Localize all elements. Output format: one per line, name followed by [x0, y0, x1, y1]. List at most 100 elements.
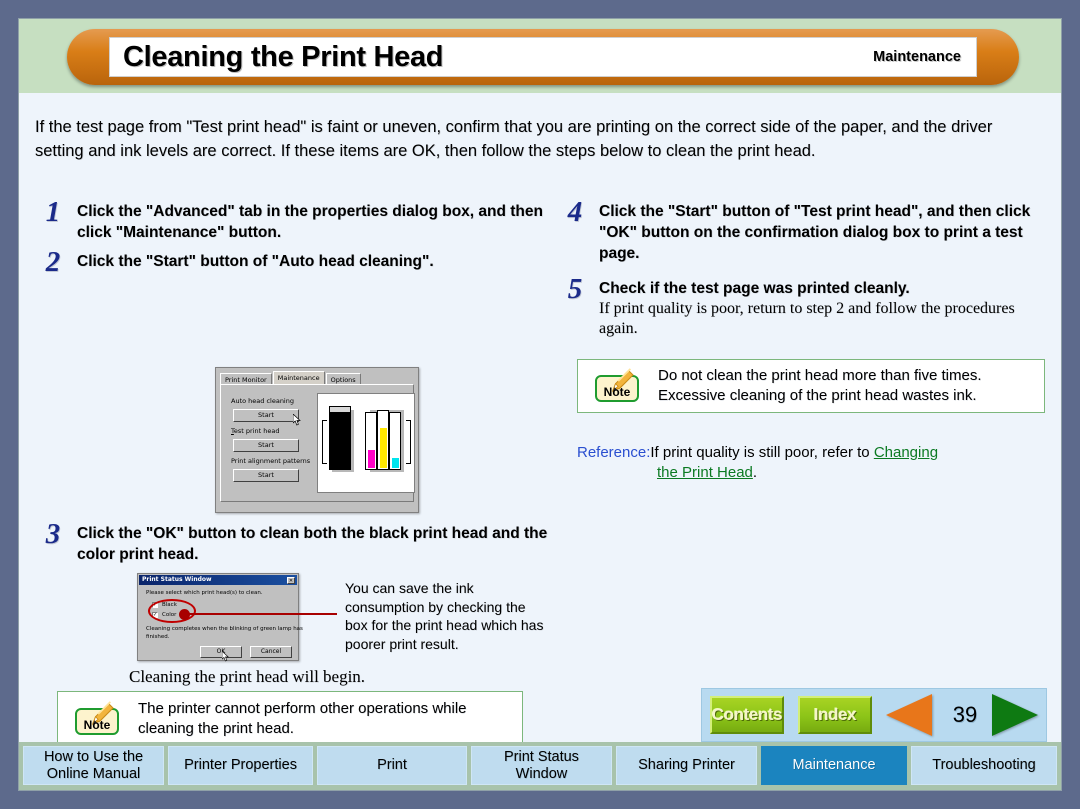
status-cancel-button[interactable]: Cancel [250, 646, 292, 658]
note-box-right: Note Do not clean the print head more th… [577, 359, 1045, 413]
reference-body: If print quality is still poor, refer to [650, 444, 874, 461]
reference-link-part1[interactable]: Changing [874, 444, 938, 461]
page-title: Cleaning the Print Head [123, 40, 444, 73]
left-column: 1 Click the "Advanced" tab in the proper… [37, 196, 557, 747]
callout-leader-line [189, 613, 337, 615]
tab-maintenance[interactable]: Maintenance [761, 746, 907, 785]
note-right-line1: Do not clean the print head more than fi… [658, 367, 982, 384]
note-left-line2: cleaning the print head. [138, 720, 294, 737]
ink-cartridge-illustration [317, 393, 415, 493]
status-note-line2: finished. [146, 634, 170, 640]
cyan-ink-level [391, 457, 399, 468]
status-window-title: Print Status Window [142, 576, 212, 583]
step-5-subtext: If print quality is poor, return to step… [599, 300, 1015, 337]
reference-line-1: Reference:If print quality is still poor… [577, 443, 1047, 463]
tab-label-5: Maintenance [792, 757, 876, 773]
step-2-text: Click the "Start" button of "Auto head c… [77, 253, 434, 270]
reference-label: Reference: [577, 444, 651, 461]
page-header: Cleaning the Print Head Maintenance [19, 19, 1061, 93]
step-4-text: Click the "Start" button of "Test print … [599, 203, 1031, 262]
dialog-panel: Auto head cleaning Start TTest print hea… [220, 384, 415, 502]
step-4: 4 Click the "Start" button of "Test prin… [559, 196, 1047, 264]
manual-page: Cleaning the Print Head Maintenance If t… [0, 0, 1080, 809]
step-4-number: 4 [567, 196, 583, 228]
print-alignment-patterns-label: Print alignment patterns [231, 457, 311, 465]
intro-paragraph: If the test page from "Test print head" … [35, 118, 993, 160]
magenta-cartridge [365, 412, 377, 470]
print-status-window-screenshot: Print Status Window ✕ Please select whic… [137, 573, 303, 662]
mouse-cursor-icon-2 [222, 651, 230, 662]
status-window-titlebar: Print Status Window ✕ [139, 575, 297, 585]
dialog-tabs: Print Monitor Maintenance Options [220, 371, 362, 385]
step-5: 5 Check if the test page was printed cle… [559, 273, 1047, 339]
note-left-line1: The printer cannot perform other operati… [138, 700, 467, 717]
tab-printer-properties[interactable]: Printer Properties [168, 746, 314, 785]
page-body: If the test page from "Test print head" … [19, 93, 1061, 790]
page-number: 39 [952, 702, 978, 727]
note-text-right: Do not clean the print head more than fi… [658, 366, 982, 406]
step-1: 1 Click the "Advanced" tab in the proper… [37, 196, 557, 243]
triangle-right-icon[interactable] [992, 694, 1038, 736]
triangle-left-icon[interactable] [886, 694, 932, 736]
tab-troubleshooting[interactable]: Troubleshooting [911, 746, 1057, 785]
print-alignment-start-button[interactable]: Start [233, 469, 299, 482]
reference-block: Reference:If print quality is still poor… [577, 443, 1047, 483]
maintenance-dialog-screenshot: Print Monitor Maintenance Options Auto h… [215, 367, 419, 513]
reference-line-2: the Print Head. [577, 463, 1047, 483]
magenta-ink-level [367, 449, 375, 468]
bracket-left-icon [322, 420, 327, 464]
status-ok-button[interactable]: OK [200, 646, 242, 658]
tab-label-6: Troubleshooting [932, 757, 1036, 773]
step-3-text: Click the "OK" button to clean both the … [77, 525, 548, 563]
contents-button-label: Contents [711, 705, 783, 724]
tab-how-to-use-online-manual[interactable]: How to Use the Online Manual [23, 746, 165, 785]
reference-link-part2[interactable]: the Print Head [657, 464, 753, 481]
status-prompt: Please select which print head(s) to cle… [146, 590, 263, 596]
bottom-tab-bar: How to Use the Online Manual Printer Pro… [19, 742, 1061, 790]
step-1-number: 1 [45, 196, 61, 228]
auto-head-cleaning-start-button[interactable]: Start [233, 409, 299, 422]
index-button-label: Index [813, 705, 857, 724]
step-3: 3 Click the "OK" button to clean both th… [37, 518, 557, 565]
note-text-left: The printer cannot perform other operati… [138, 699, 467, 739]
tab-print-status-window[interactable]: Print Status Window [470, 746, 612, 785]
navigation-bar: Contents Index 39 [701, 688, 1047, 742]
note-pencil-icon: Note [70, 701, 124, 736]
contents-button[interactable]: Contents [710, 696, 784, 734]
right-column: 4 Click the "Start" button of "Test prin… [559, 196, 1047, 481]
dialog-tab-maintenance[interactable]: Maintenance [272, 371, 325, 385]
callout-text: You can save the ink consumption by chec… [345, 580, 544, 652]
page-frame: Cleaning the Print Head Maintenance If t… [18, 18, 1062, 791]
yellow-ink-level [379, 427, 387, 468]
title-pill: Cleaning the Print Head Maintenance [67, 29, 1019, 85]
tab-label-2: Print [377, 757, 407, 773]
test-print-head-start-button[interactable]: Start [233, 439, 299, 452]
note-word-right: Note [603, 385, 631, 399]
note-word-left: Note [83, 718, 111, 732]
close-icon[interactable]: ✕ [287, 576, 295, 584]
index-button[interactable]: Index [798, 696, 872, 734]
tab-label-3: Print Status Window [503, 748, 579, 782]
tab-print[interactable]: Print [317, 746, 467, 785]
note-pencil-icon-right: Note [590, 368, 644, 403]
auto-head-cleaning-label: Auto head cleaning [231, 397, 294, 405]
step-1-text: Click the "Advanced" tab in the properti… [77, 203, 543, 241]
step-3-number: 3 [45, 518, 61, 550]
cyan-cartridge [389, 412, 401, 470]
header-section-label: Maintenance [873, 49, 961, 65]
tab-sharing-printer[interactable]: Sharing Printer [615, 746, 758, 785]
black-cartridge-top [329, 406, 351, 413]
black-cartridge [329, 412, 351, 470]
mouse-cursor-icon [293, 414, 301, 426]
test-print-head-label: TTest print headest print head [231, 427, 280, 435]
step-2: 2 Click the "Start" button of "Auto head… [37, 246, 557, 281]
tab-label-1: Printer Properties [184, 757, 297, 773]
note-box-left: Note The printer cannot perform other op… [57, 691, 523, 747]
bracket-right-icon [406, 420, 411, 464]
step-5-number: 5 [567, 273, 583, 305]
yellow-cartridge [377, 410, 389, 470]
note-right-line2: Excessive cleaning of the print head was… [658, 387, 977, 404]
tab-label-4: Sharing Printer [638, 757, 735, 773]
cleaning-begin-caption: Cleaning the print head will begin. [129, 667, 366, 686]
step-2-number: 2 [45, 246, 61, 278]
